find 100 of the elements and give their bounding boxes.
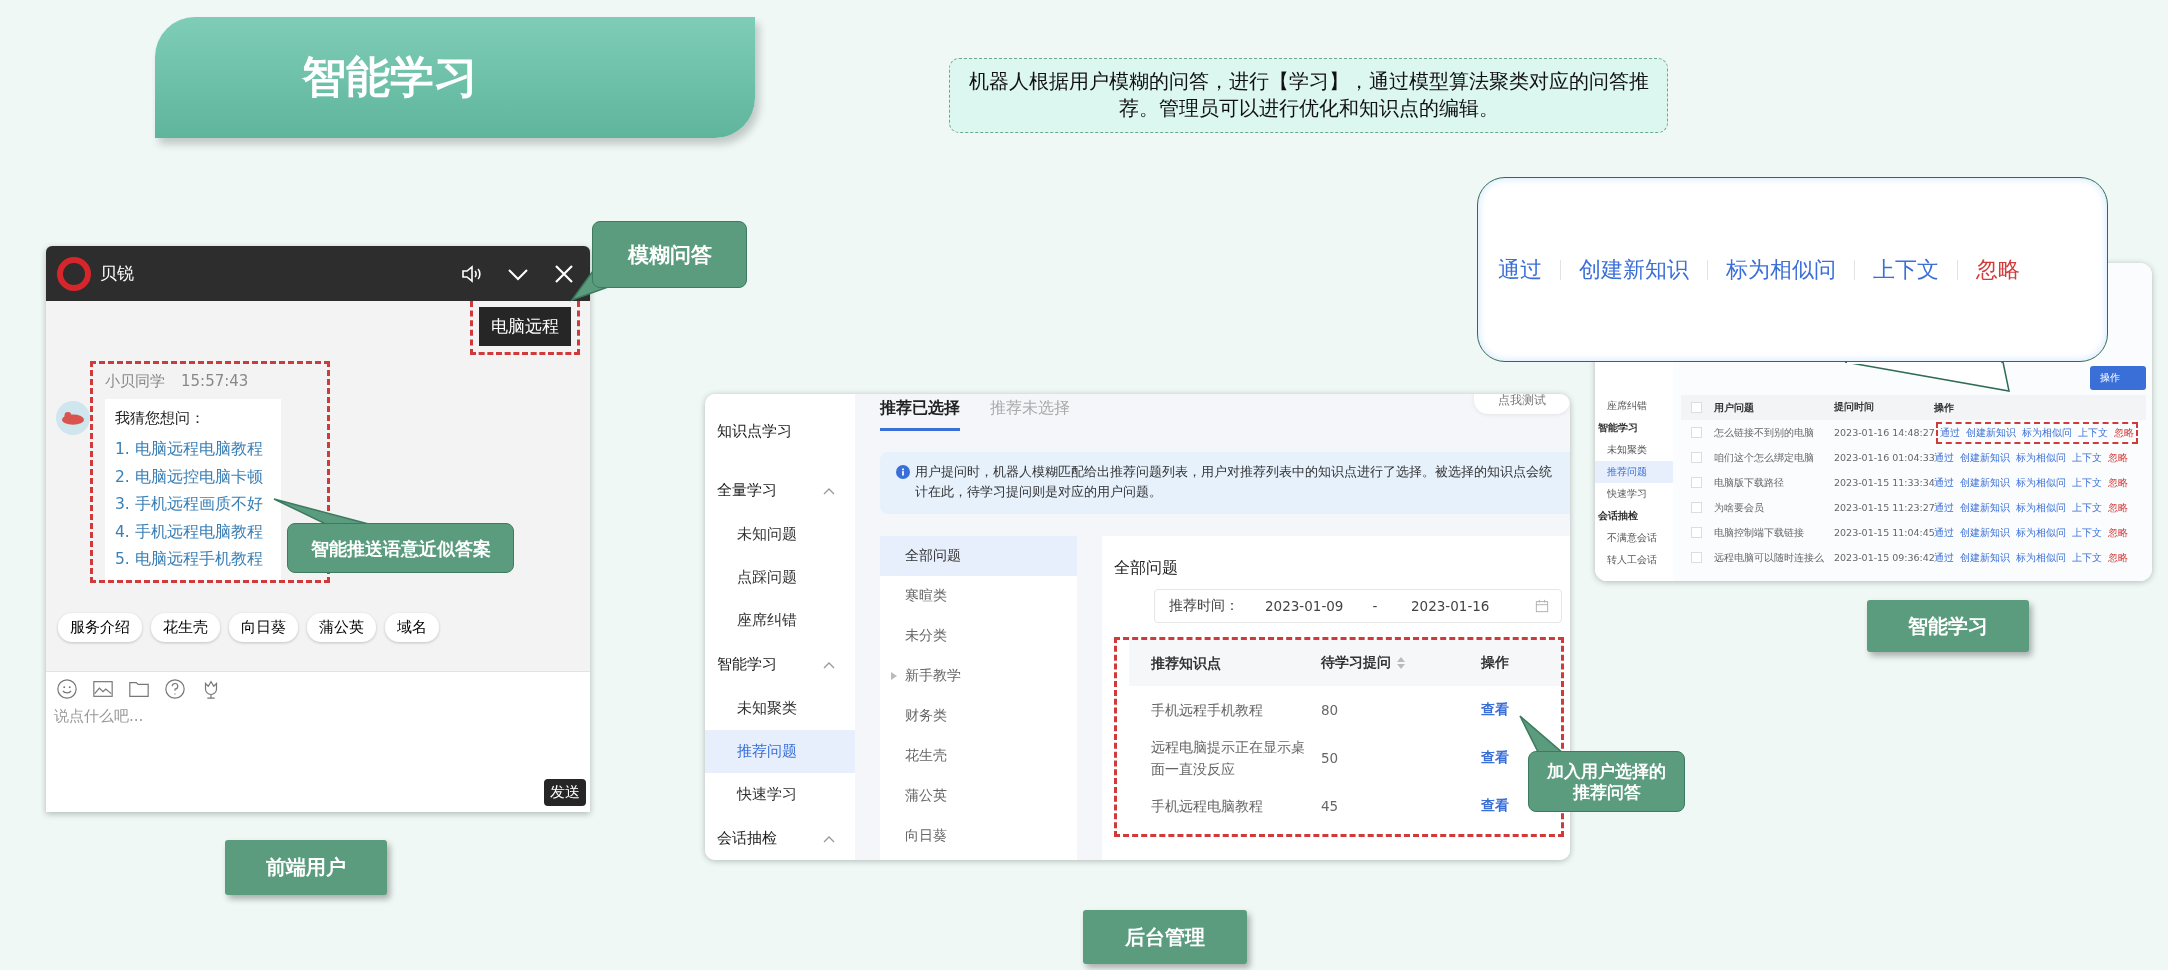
checkbox[interactable] xyxy=(1691,502,1702,513)
sidebar-group[interactable]: 全量学习 xyxy=(705,468,855,513)
category-item[interactable]: 寒暄类 xyxy=(880,576,1077,616)
sidebar-item[interactable]: 转人工会话 xyxy=(1595,549,1673,571)
test-button[interactable]: 点我测试 xyxy=(1474,394,1570,414)
quick-reply-button[interactable]: 服务介绍 xyxy=(58,612,142,642)
action-link[interactable]: 上下文 xyxy=(2078,425,2108,440)
category-item[interactable]: 花生壳 xyxy=(880,736,1077,776)
suggestion-link[interactable]: 4. 手机远程电脑教程 xyxy=(115,518,271,546)
action-link[interactable]: 上下文 xyxy=(2072,525,2102,540)
suggestion-link[interactable]: 5. 电脑远程手机教程 xyxy=(115,546,271,574)
action-link[interactable]: 标为相似问 xyxy=(2022,425,2072,440)
date-range-field[interactable]: 推荐时间： 2023-01-09 - 2023-01-16 xyxy=(1154,589,1562,623)
view-link[interactable]: 查看 xyxy=(1481,749,1509,767)
sidebar-item[interactable]: 推荐问题 xyxy=(1595,461,1673,483)
description-note: 机器人根据用户模糊的问答，进行【学习】，通过模型算法聚类对应的问答推荐。管理员可以进行优化和知识点的编辑。 xyxy=(949,58,1668,133)
action-link[interactable]: 创建新知识 xyxy=(1579,254,1689,285)
action-link[interactable]: 标为相似问 xyxy=(1726,254,1836,285)
chevron-up-icon[interactable] xyxy=(823,660,835,669)
checkbox[interactable] xyxy=(1691,452,1702,463)
action-link[interactable]: 上下文 xyxy=(2072,550,2102,565)
sidebar-group[interactable]: 智能学习 xyxy=(705,642,855,687)
sidebar-item[interactable]: 未知聚类 xyxy=(1595,439,1673,461)
calendar-icon[interactable] xyxy=(1535,599,1549,613)
sort-icon[interactable] xyxy=(1397,657,1405,669)
action-link[interactable]: 忽略 xyxy=(2108,500,2128,515)
action-link[interactable]: 创建新知识 xyxy=(1960,475,2010,490)
quick-reply-button[interactable]: 向日葵 xyxy=(229,612,298,642)
action-link[interactable]: 创建新知识 xyxy=(1960,500,2010,515)
table-cell-text: 手机远程手机教程 xyxy=(1150,701,1264,720)
quick-reply-button[interactable]: 花生壳 xyxy=(151,612,220,642)
sidebar-item[interactable]: 未知聚类 xyxy=(705,687,855,730)
action-link[interactable]: 忽略 xyxy=(2108,550,2128,565)
checkbox[interactable] xyxy=(1691,402,1702,413)
category-item[interactable]: 财务类 xyxy=(880,696,1077,736)
action-link[interactable]: 标为相似问 xyxy=(2016,450,2066,465)
action-link[interactable]: 标为相似问 xyxy=(2016,525,2066,540)
sidebar-item[interactable]: 点踩问题 xyxy=(705,556,855,599)
action-link[interactable]: 忽略 xyxy=(2108,525,2128,540)
column-header[interactable]: 提问时间 xyxy=(1834,401,1934,414)
action-link[interactable]: 通过 xyxy=(1934,525,1954,540)
action-link[interactable]: 上下文 xyxy=(1873,254,1939,285)
action-link[interactable]: 创建新知识 xyxy=(1960,525,2010,540)
action-link[interactable]: 通过 xyxy=(1498,254,1542,285)
action-link[interactable]: 标为相似问 xyxy=(2016,500,2066,515)
checkbox[interactable] xyxy=(1691,427,1702,438)
column-header[interactable]: 待学习提问 xyxy=(1321,654,1391,672)
category-item[interactable]: 向日葵 xyxy=(880,816,1077,856)
suggestion-link[interactable]: 2. 电脑远控电脑卡顿 xyxy=(115,463,271,491)
checkbox[interactable] xyxy=(1691,552,1702,563)
checkbox[interactable] xyxy=(1691,477,1702,488)
view-link[interactable]: 查看 xyxy=(1481,701,1509,719)
action-link[interactable]: 标为相似问 xyxy=(2016,550,2066,565)
category-item[interactable]: 全部问题 xyxy=(880,536,1077,576)
tab[interactable]: 推荐已选择 xyxy=(880,394,960,431)
sidebar-group[interactable]: 会话抽检 xyxy=(705,816,855,860)
action-link[interactable]: 通过 xyxy=(1940,425,1960,440)
sidebar-item[interactable]: 推荐问题 xyxy=(705,730,855,773)
action-link[interactable]: 创建新知识 xyxy=(1960,450,2010,465)
sidebar-item[interactable]: 座席纠错 xyxy=(705,599,855,642)
action-link[interactable]: 上下文 xyxy=(2072,475,2102,490)
action-link[interactable]: 忽略 xyxy=(1976,254,2020,285)
quick-reply-button[interactable]: 域名 xyxy=(385,612,439,642)
action-link[interactable]: 上下文 xyxy=(2072,500,2102,515)
category-item[interactable]: 新手教学 xyxy=(880,656,1077,696)
quick-reply-button[interactable]: 蒲公英 xyxy=(307,612,376,642)
action-link[interactable]: 忽略 xyxy=(2114,425,2134,440)
category-item[interactable]: 蒲公英 xyxy=(880,776,1077,816)
sidebar-item[interactable]: 未知问题 xyxy=(705,513,855,556)
suggestion-link[interactable]: 1. 电脑远程电脑教程 xyxy=(115,436,271,464)
sidebar-item[interactable]: 座席纠错 xyxy=(1595,395,1673,417)
suggestion-link[interactable]: 3. 手机远程画质不好 xyxy=(115,491,271,519)
sidebar-item[interactable]: 快速学习 xyxy=(705,773,855,816)
help-icon[interactable] xyxy=(164,678,186,700)
sidebar-item[interactable]: 会话抽检 xyxy=(1595,505,1673,527)
column-header: 操作 xyxy=(1481,654,1509,672)
action-link[interactable]: 通过 xyxy=(1934,550,1954,565)
action-link[interactable]: 创建新知识 xyxy=(1966,425,2016,440)
message-input[interactable]: 说点什么吧... xyxy=(52,706,356,726)
action-link[interactable]: 通过 xyxy=(1934,500,1954,515)
sidebar-item[interactable]: 不满意会话 xyxy=(1595,527,1673,549)
emoji-icon[interactable] xyxy=(56,678,78,700)
sidebar-item[interactable]: 快速学习 xyxy=(1595,483,1673,505)
action-link[interactable]: 通过 xyxy=(1934,475,1954,490)
action-link[interactable]: 标为相似问 xyxy=(2016,475,2066,490)
action-link[interactable]: 忽略 xyxy=(2108,450,2128,465)
checkbox[interactable] xyxy=(1691,527,1702,538)
action-link[interactable]: 忽略 xyxy=(2108,475,2128,490)
image-icon[interactable] xyxy=(92,678,114,700)
view-link[interactable]: 查看 xyxy=(1481,797,1509,815)
sidebar-item[interactable]: 智能学习 xyxy=(1595,417,1673,439)
action-link[interactable]: 创建新知识 xyxy=(1960,550,2010,565)
chevron-up-icon[interactable] xyxy=(823,486,835,495)
expand-icon[interactable] xyxy=(891,672,897,680)
category-item[interactable]: 未分类 xyxy=(880,616,1077,656)
action-link[interactable]: 上下文 xyxy=(2072,450,2102,465)
send-button[interactable]: 发送 xyxy=(544,779,586,806)
action-link[interactable]: 通过 xyxy=(1934,450,1954,465)
batch-button[interactable]: 操作 xyxy=(2090,366,2146,390)
chevron-up-icon[interactable] xyxy=(823,834,835,843)
